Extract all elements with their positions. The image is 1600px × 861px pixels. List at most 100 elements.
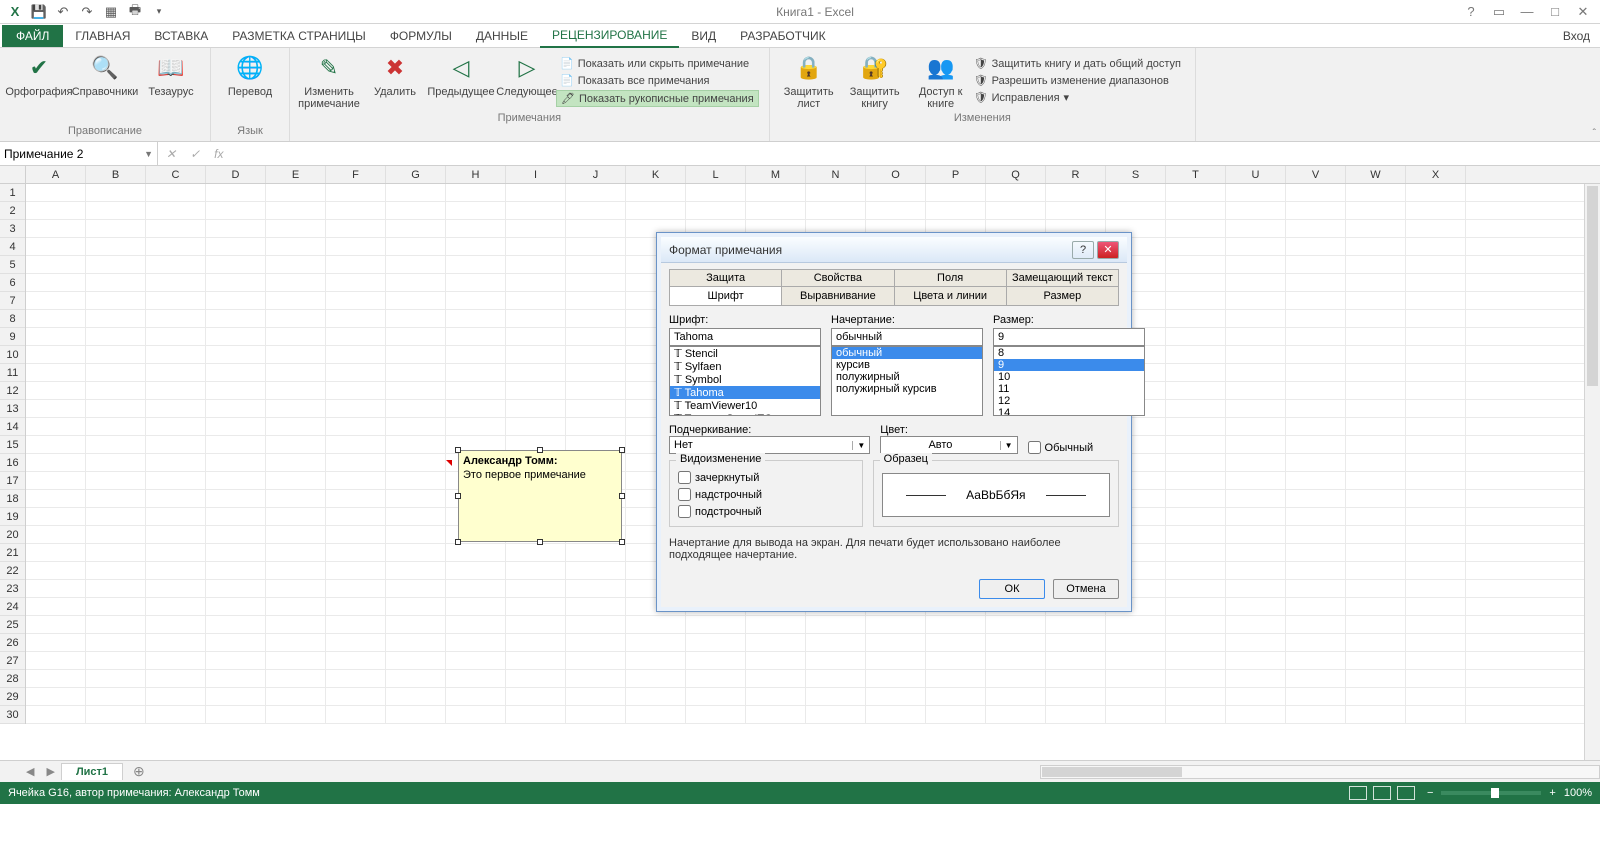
tab-formulas[interactable]: ФОРМУЛЫ [378,25,464,47]
list-item[interactable]: 12 [994,395,1144,407]
toggle-comment-button[interactable]: 📄 Показать или скрыть примечание [556,56,759,71]
dlg-tab-protection[interactable]: Защита [670,270,782,286]
qa-more-icon[interactable]: ▾ [150,3,168,21]
row-header[interactable]: 20 [0,526,25,544]
add-sheet-icon[interactable]: ⊕ [123,763,155,780]
list-item[interactable]: полужирный [832,371,982,383]
row-header[interactable]: 7 [0,292,25,310]
row-header[interactable]: 19 [0,508,25,526]
col-header[interactable]: O [866,166,926,183]
row-header[interactable]: 8 [0,310,25,328]
row-header[interactable]: 17 [0,472,25,490]
thesaurus-button[interactable]: 📖Тезаурус [142,52,200,123]
dialog-help-icon[interactable]: ? [1072,241,1094,259]
list-item[interactable]: 10 [994,371,1144,383]
col-header[interactable]: A [26,166,86,183]
row-header[interactable]: 15 [0,436,25,454]
dlg-tab-font[interactable]: Шрифт [670,287,782,305]
col-header[interactable]: J [566,166,626,183]
dialog-close-icon[interactable]: ✕ [1097,241,1119,259]
color-select[interactable]: Авто▼ [880,436,1017,454]
col-header[interactable]: P [926,166,986,183]
col-header[interactable]: N [806,166,866,183]
tab-review[interactable]: РЕЦЕНЗИРОВАНИЕ [540,24,679,48]
undo-icon[interactable]: ↶ [54,3,72,21]
zoom-out-icon[interactable]: − [1427,787,1433,799]
zoom-controls[interactable]: − + 100% [1427,787,1592,799]
row-header[interactable]: 3 [0,220,25,238]
translate-button[interactable]: 🌐Перевод [221,52,279,123]
col-header[interactable]: M [746,166,806,183]
next-comment-button[interactable]: ▷Следующее [498,52,556,110]
redo-icon[interactable]: ↷ [78,3,96,21]
tab-file[interactable]: ФАЙЛ [2,25,63,47]
protect-book-button[interactable]: 🔐Защитить книгу [846,52,904,110]
track-changes-button[interactable]: 🛡 Исправления ▾ [970,90,1185,105]
comment-popup[interactable]: Александр Томм: Это первое примечание [458,450,622,542]
close-icon[interactable]: ✕ [1574,4,1592,20]
horizontal-scrollbar[interactable] [1040,765,1600,779]
row-header[interactable]: 6 [0,274,25,292]
save-icon[interactable]: 💾 [30,3,48,21]
list-item[interactable]: 𝕋 TeamViewer10 [670,399,820,412]
protect-sheet-button[interactable]: 🔒Защитить лист [780,52,838,110]
prev-comment-button[interactable]: ◁Предыдущее [432,52,490,110]
tab-home[interactable]: ГЛАВНАЯ [63,25,142,47]
list-item[interactable]: 11 [994,383,1144,395]
list-item[interactable]: 𝕋 Symbol [670,373,820,386]
row-header[interactable]: 1 [0,184,25,202]
col-header[interactable]: F [326,166,386,183]
col-header[interactable]: I [506,166,566,183]
col-header[interactable]: L [686,166,746,183]
row-header[interactable]: 11 [0,364,25,382]
research-button[interactable]: 🔍Справочники [76,52,134,123]
col-header[interactable]: E [266,166,326,183]
list-item[interactable]: 𝕋 Sylfaen [670,360,820,373]
col-header[interactable]: W [1346,166,1406,183]
zoom-in-icon[interactable]: + [1549,787,1555,799]
row-header[interactable]: 30 [0,706,25,724]
tab-insert[interactable]: ВСТАВКА [142,25,220,47]
col-header[interactable]: V [1286,166,1346,183]
allow-ranges-button[interactable]: 🛡 Разрешить изменение диапазонов [970,73,1185,88]
row-header[interactable]: 14 [0,418,25,436]
list-item[interactable]: 9 [994,359,1144,371]
col-header[interactable]: T [1166,166,1226,183]
list-item[interactable]: полужирный курсив [832,383,982,395]
tab-view[interactable]: ВИД [679,25,728,47]
cancel-button[interactable]: Отмена [1053,579,1119,599]
login-link[interactable]: Вход [1563,29,1600,43]
row-header[interactable]: 2 [0,202,25,220]
underline-select[interactable]: Нет▼ [669,436,870,454]
strike-checkbox[interactable] [678,471,691,484]
list-item[interactable]: курсив [832,359,982,371]
dlg-tab-margins[interactable]: Поля [895,270,1007,286]
list-item[interactable]: 𝕋 Tahoma [670,386,820,399]
sub-checkbox[interactable] [678,505,691,518]
col-header[interactable]: B [86,166,146,183]
font-listbox[interactable]: 𝕋 Stencil𝕋 Sylfaen𝕋 Symbol𝕋 Tahoma𝕋 Team… [669,346,821,416]
style-listbox[interactable]: обычныйкурсивполужирныйполужирный курсив [831,346,983,416]
size-input[interactable] [993,328,1145,346]
col-header[interactable]: G [386,166,446,183]
help-icon[interactable]: ? [1462,4,1480,20]
dlg-tab-colors[interactable]: Цвета и линии [895,287,1007,305]
list-item[interactable]: 𝕋 Stencil [670,347,820,360]
zoom-value[interactable]: 100% [1564,787,1592,799]
row-header[interactable]: 22 [0,562,25,580]
collapse-ribbon-icon[interactable]: ˆ [1593,128,1596,139]
row-header[interactable]: 21 [0,544,25,562]
col-header[interactable]: Q [986,166,1046,183]
print-icon[interactable]: 🖶 [126,3,144,21]
sheet-nav-next-icon[interactable]: ▶ [40,765,60,778]
share-book-button[interactable]: 👥Доступ к книге [912,52,970,110]
tab-data[interactable]: ДАННЫЕ [464,25,540,47]
ok-button[interactable]: ОК [979,579,1045,599]
super-checkbox[interactable] [678,488,691,501]
dlg-tab-alttext[interactable]: Замещающий текст [1007,270,1118,286]
row-header[interactable]: 29 [0,688,25,706]
col-header[interactable]: U [1226,166,1286,183]
fx-icon[interactable]: fx [214,147,223,161]
row-header[interactable]: 27 [0,652,25,670]
row-header[interactable]: 13 [0,400,25,418]
